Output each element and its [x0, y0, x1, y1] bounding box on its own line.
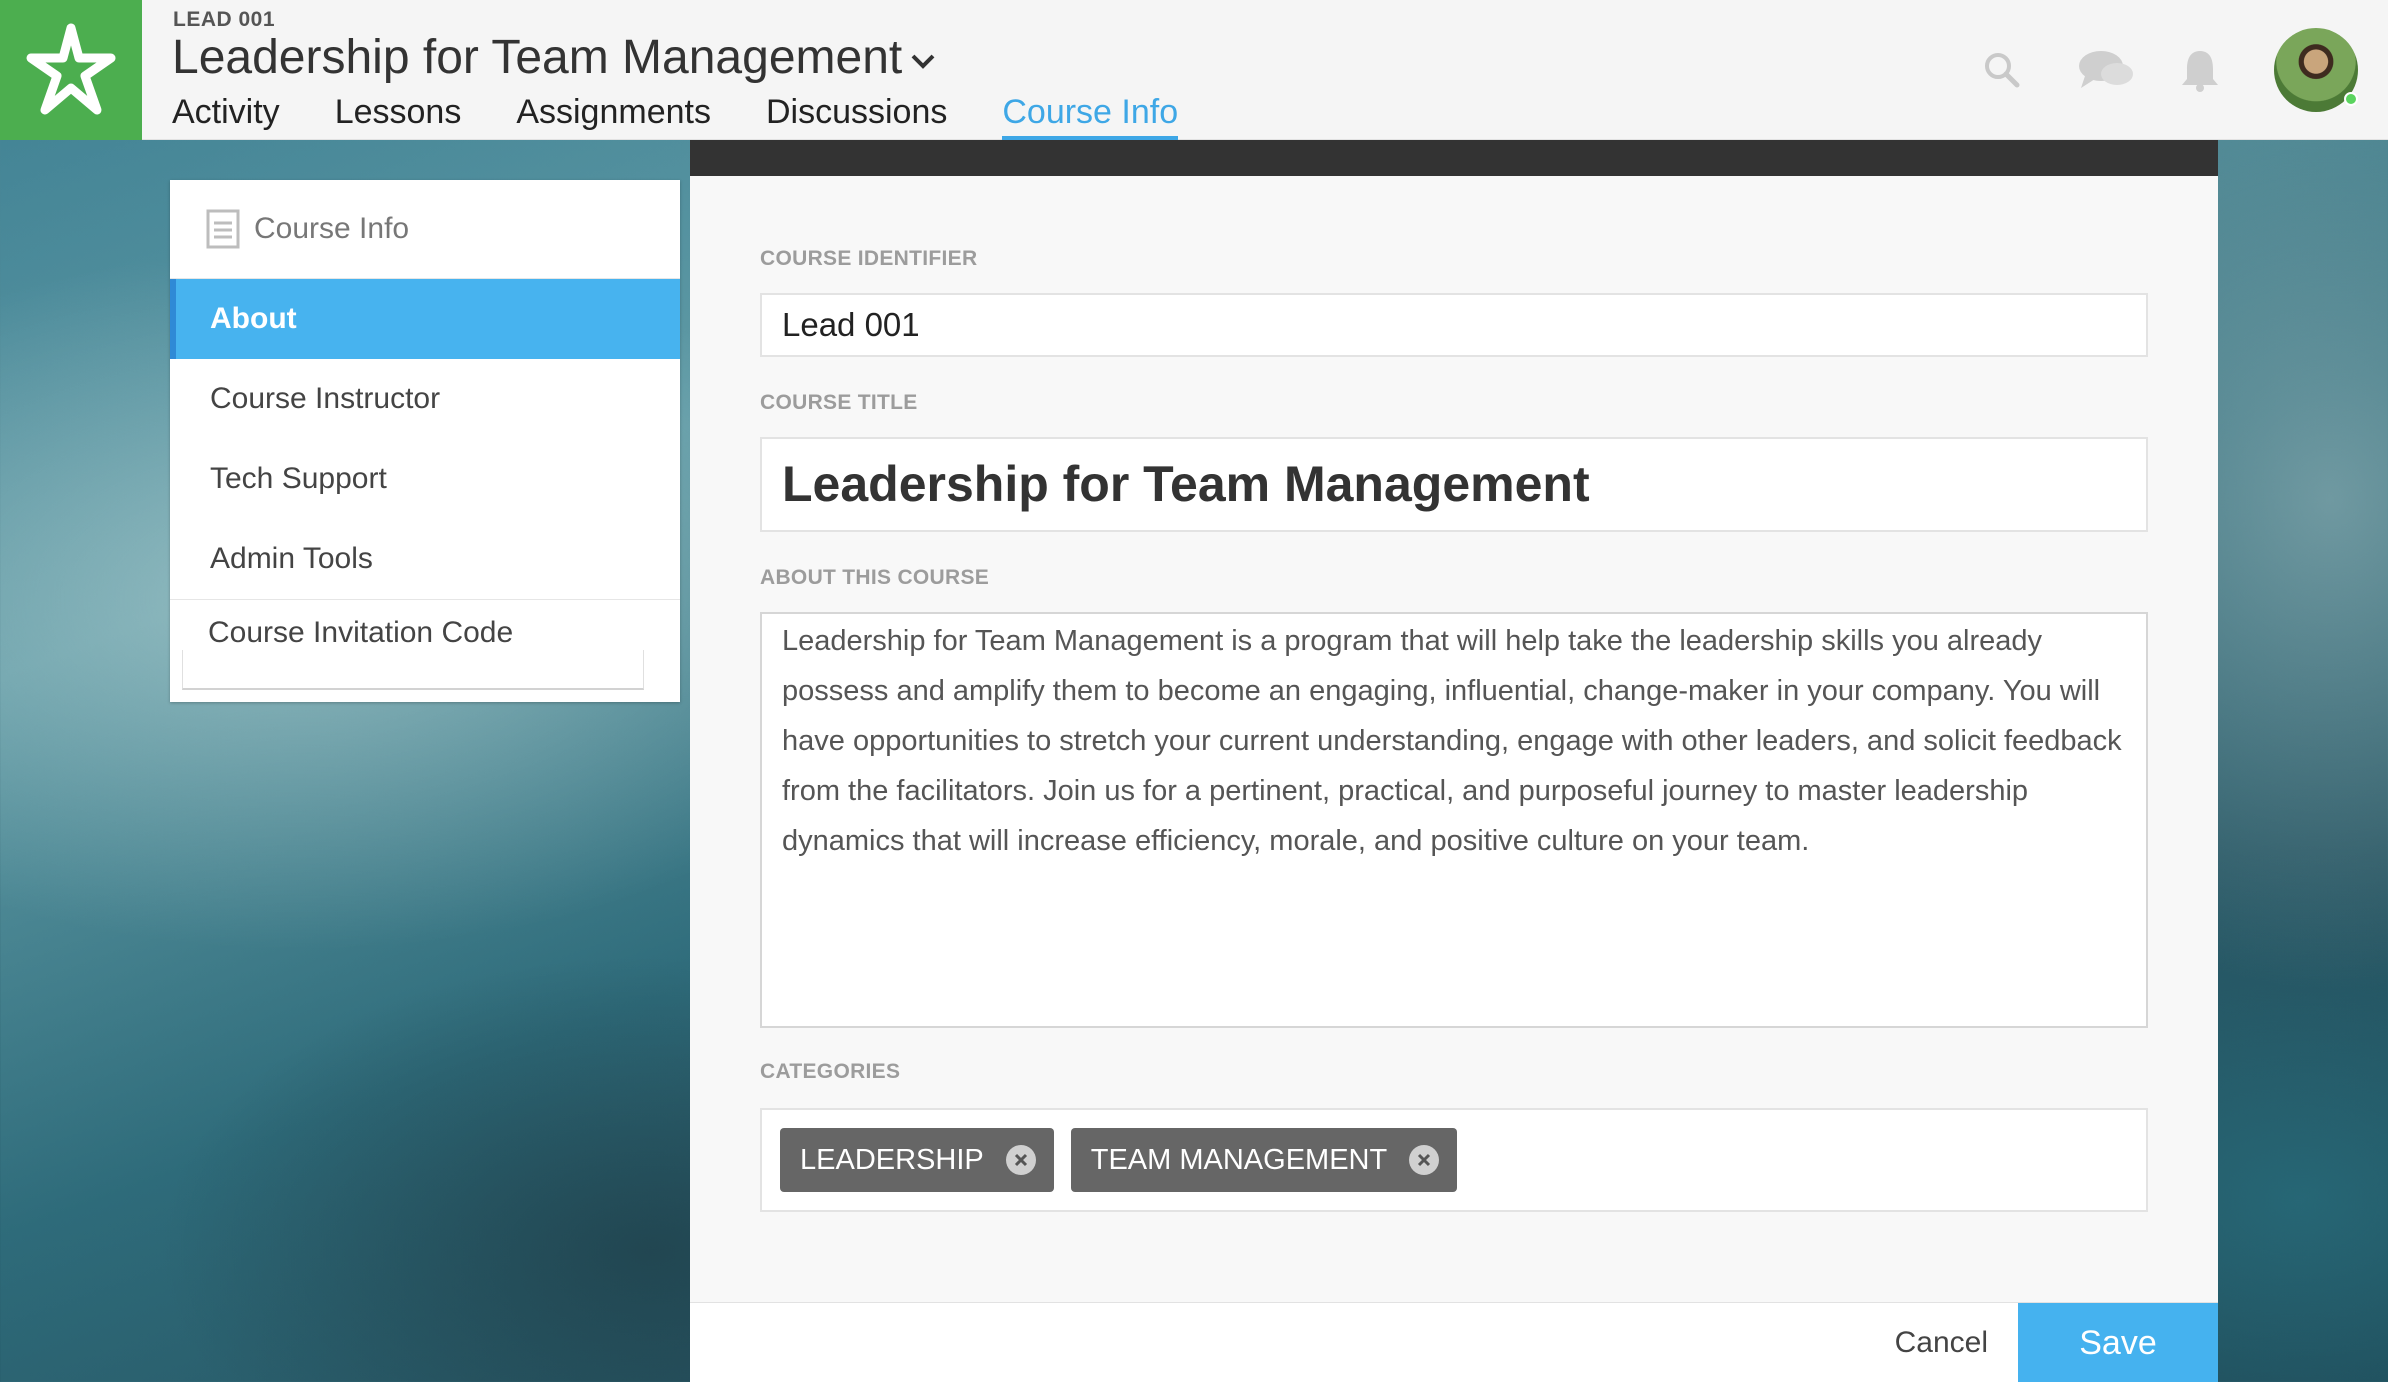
sidebar-item-admin-tools[interactable]: Admin Tools [170, 519, 680, 599]
course-title: Leadership for Team Management [172, 31, 903, 84]
course-switcher[interactable]: Leadership for Team Management [172, 30, 938, 85]
category-tag: TEAM MANAGEMENT [1070, 1128, 1458, 1192]
chat-icon[interactable] [2076, 46, 2136, 94]
course-title-input[interactable]: Leadership for Team Management [760, 437, 2148, 532]
chevron-down-icon[interactable] [910, 47, 938, 75]
search-icon[interactable] [1978, 46, 2026, 94]
top-bar: LEAD 001 Leadership for Team Management … [0, 0, 2388, 140]
course-identifier-label: COURSE IDENTIFIER [760, 247, 978, 270]
about-course-textarea[interactable]: Leadership for Team Management is a prog… [760, 612, 2148, 1028]
sidebar-title: Course Info [254, 212, 410, 245]
category-tag: LEADERSHIP [780, 1128, 1054, 1192]
logo-icon [26, 23, 116, 115]
tab-assignments[interactable]: Assignments [516, 86, 711, 140]
app-logo[interactable] [0, 0, 142, 140]
course-identifier-input[interactable]: Lead 001 [760, 293, 2148, 357]
about-course-label: ABOUT THIS COURSE [760, 566, 990, 589]
tab-lessons[interactable]: Lessons [335, 86, 462, 140]
avatar[interactable] [2274, 28, 2358, 112]
course-info-sidebar: Course Info About Course Instructor Tech… [170, 180, 680, 702]
online-status-indicator [2344, 92, 2358, 106]
categories-label: CATEGORIES [760, 1060, 901, 1083]
sidebar-footer [182, 650, 644, 690]
save-button[interactable]: Save [2018, 1303, 2218, 1382]
sidebar-item-course-instructor[interactable]: Course Instructor [170, 359, 680, 439]
category-tag-label: TEAM MANAGEMENT [1090, 1143, 1388, 1176]
sidebar-item-tech-support[interactable]: Tech Support [170, 439, 680, 519]
panel-top-strip [690, 140, 2218, 176]
tab-activity[interactable]: Activity [172, 86, 280, 140]
course-nav: Activity Lessons Assignments Discussions… [172, 86, 1179, 140]
category-tag-label: LEADERSHIP [800, 1143, 984, 1176]
form-footer: Cancel Save [690, 1302, 2218, 1382]
tab-discussions[interactable]: Discussions [766, 86, 947, 140]
tab-course-info[interactable]: Course Info [1002, 86, 1179, 140]
course-code: LEAD 001 [173, 8, 276, 31]
remove-tag-icon[interactable] [1409, 1145, 1440, 1175]
cancel-button[interactable]: Cancel [1895, 1303, 1988, 1382]
categories-input[interactable]: LEADERSHIP TEAM MANAGEMENT [760, 1108, 2148, 1212]
sidebar-item-about[interactable]: About [170, 279, 680, 359]
header-actions [1978, 0, 2388, 140]
course-info-form: COURSE IDENTIFIER Lead 001 COURSE TITLE … [690, 140, 2218, 1382]
bell-icon[interactable] [2176, 46, 2224, 94]
course-title-label: COURSE TITLE [760, 391, 918, 414]
document-icon [206, 209, 240, 249]
sidebar-header: Course Info [170, 180, 680, 279]
remove-tag-icon[interactable] [1005, 1145, 1036, 1175]
